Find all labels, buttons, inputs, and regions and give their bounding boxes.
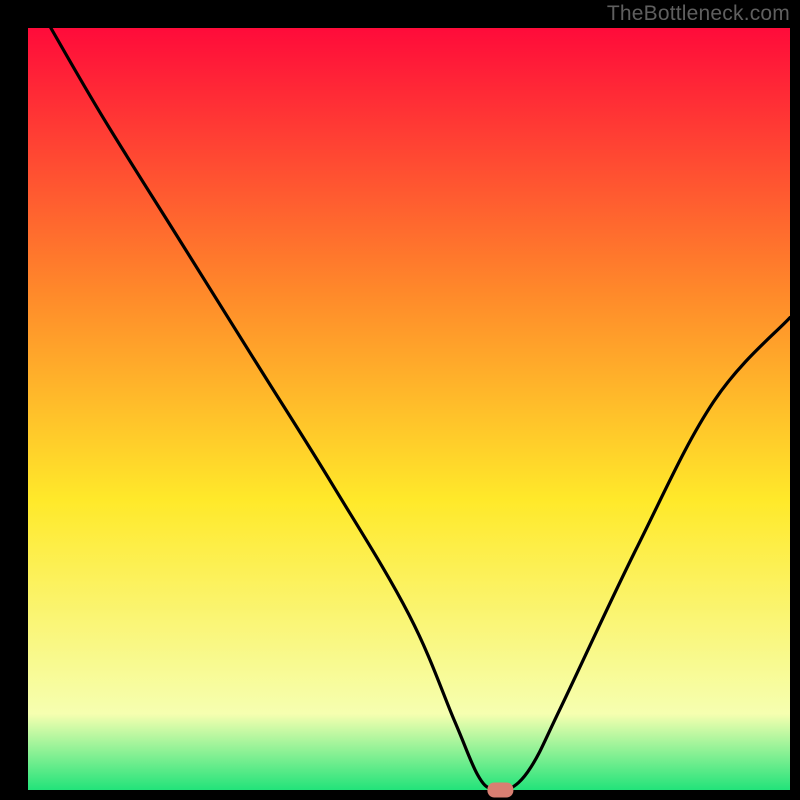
bottleneck-chart: [0, 0, 800, 800]
plot-background: [28, 28, 790, 790]
optimal-marker: [487, 783, 513, 798]
chart-frame: TheBottleneck.com: [0, 0, 800, 800]
watermark-label: TheBottleneck.com: [607, 2, 790, 26]
